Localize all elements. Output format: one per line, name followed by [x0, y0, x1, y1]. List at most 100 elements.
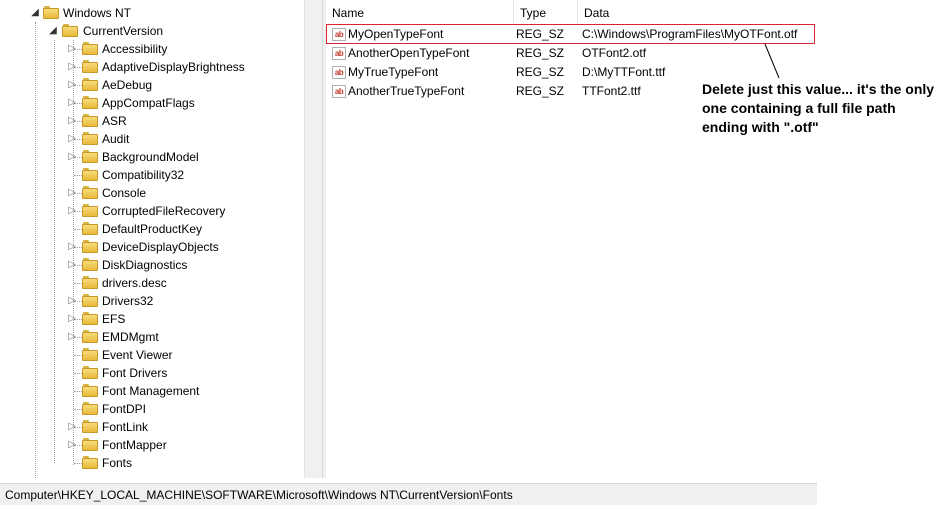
- folder-icon: [82, 294, 98, 308]
- expand-arrow-icon[interactable]: ▷: [67, 130, 77, 148]
- tree-item[interactable]: Event Viewer: [0, 346, 300, 364]
- folder-icon: [82, 420, 98, 434]
- expand-arrow-icon[interactable]: ▷: [67, 94, 77, 112]
- tree-item[interactable]: ▷ BackgroundModel: [0, 148, 300, 166]
- tree-item[interactable]: DefaultProductKey: [0, 220, 300, 238]
- expand-arrow-icon[interactable]: ▷: [67, 202, 77, 220]
- tree-item[interactable]: ▷ Accessibility: [0, 40, 300, 58]
- expand-arrow-icon[interactable]: ▷: [67, 328, 77, 346]
- value-name: AnotherOpenTypeFont: [348, 46, 470, 60]
- folder-icon: [82, 186, 98, 200]
- folder-icon: [82, 438, 98, 452]
- expand-arrow-icon[interactable]: ▷: [67, 112, 77, 130]
- expand-arrow-icon[interactable]: ▷: [67, 58, 77, 76]
- folder-icon: [82, 222, 98, 236]
- value-type: REG_SZ: [516, 27, 565, 41]
- tree-vertical-scrollbar[interactable]: [304, 0, 322, 478]
- tree-item[interactable]: ▷ DeviceDisplayObjects: [0, 238, 300, 256]
- value-data: D:\MyTTFont.ttf: [582, 65, 666, 79]
- expand-arrow-icon[interactable]: ▷: [67, 148, 77, 166]
- folder-icon: [82, 366, 98, 380]
- tree-item-label: Console: [102, 186, 147, 200]
- tree-item-label: Fonts: [102, 456, 133, 470]
- tree-item[interactable]: ▷ DiskDiagnostics: [0, 256, 300, 274]
- folder-icon: [62, 24, 78, 38]
- tree-item-label: AppCompatFlags: [102, 96, 195, 110]
- folder-icon: [82, 456, 98, 470]
- tree-item-label: CorruptedFileRecovery: [102, 204, 226, 218]
- column-header: Name Type Data: [326, 0, 816, 25]
- tree-item[interactable]: ▷ EMDMgmt: [0, 328, 300, 346]
- tree-item[interactable]: ▷ Console: [0, 184, 300, 202]
- string-value-icon: ab: [332, 66, 346, 79]
- string-value-icon: ab: [332, 47, 346, 60]
- value-name: MyTrueTypeFont: [348, 65, 439, 79]
- tree-guide-line: [74, 463, 82, 464]
- tree-item[interactable]: ▷ FontLink: [0, 418, 300, 436]
- tree-item[interactable]: ▷ ASR: [0, 112, 300, 130]
- tree-item[interactable]: FontDPI: [0, 400, 300, 418]
- tree-item-label: DeviceDisplayObjects: [102, 240, 219, 254]
- expand-arrow-icon[interactable]: ▷: [67, 238, 77, 256]
- tree-item-label: FontMapper: [102, 438, 167, 452]
- tree-item-label: Font Drivers: [102, 366, 168, 380]
- folder-icon: [82, 258, 98, 272]
- expand-arrow-icon[interactable]: ▷: [67, 292, 77, 310]
- tree-item-label: FontDPI: [102, 402, 147, 416]
- registry-values-list[interactable]: Name Type Data ab MyOpenTypeFont REG_SZ C:\…: [326, 0, 939, 478]
- value-type: REG_SZ: [516, 84, 565, 98]
- value-row[interactable]: ab MyOpenTypeFont REG_SZ C:\Windows\Program…: [326, 25, 816, 44]
- tree-guide-line: [74, 229, 82, 230]
- tree-item-label: drivers.desc: [102, 276, 167, 290]
- tree-item[interactable]: Compatibility32: [0, 166, 300, 184]
- string-value-icon: ab: [332, 85, 346, 98]
- expand-arrow-icon[interactable]: ▷: [67, 310, 77, 328]
- tree-item[interactable]: ▷ AeDebug: [0, 76, 300, 94]
- column-header-name[interactable]: Name: [326, 0, 514, 24]
- tree-item[interactable]: ▷ AdaptiveDisplayBrightness: [0, 58, 300, 76]
- tree-item-label: Font Management: [102, 384, 200, 398]
- tree-item[interactable]: ▷ CorruptedFileRecovery: [0, 202, 300, 220]
- tree-item-label: Accessibility: [102, 42, 168, 56]
- tree-item-label: AeDebug: [102, 78, 153, 92]
- tree-item[interactable]: Font Management: [0, 382, 300, 400]
- tree-item-label: AdaptiveDisplayBrightness: [102, 60, 245, 74]
- folder-icon: [82, 96, 98, 110]
- registry-key-tree[interactable]: ◢ Windows NT ◢ CurrentVersion ▷ Accessibi…: [0, 0, 304, 478]
- tree-item-label: Windows NT: [63, 6, 132, 20]
- folder-icon: [82, 330, 98, 344]
- tree-item[interactable]: ▷ Drivers32: [0, 292, 300, 310]
- tree-item-label: DefaultProductKey: [102, 222, 203, 236]
- folder-icon: [82, 78, 98, 92]
- tree-item[interactable]: drivers.desc: [0, 274, 300, 292]
- folder-icon: [82, 348, 98, 362]
- tree-item[interactable]: ▷ EFS: [0, 310, 300, 328]
- tree-item[interactable]: Fonts: [0, 454, 300, 472]
- tree-item-label: Drivers32: [102, 294, 154, 308]
- column-header-type[interactable]: Type: [514, 0, 578, 24]
- tree-item[interactable]: Font Drivers: [0, 364, 300, 382]
- tree-item-label: EMDMgmt: [102, 330, 159, 344]
- tree-item-current-version[interactable]: ◢ CurrentVersion: [0, 22, 300, 40]
- expand-arrow-icon[interactable]: ▷: [67, 76, 77, 94]
- tree-item[interactable]: ▷ FontMapper: [0, 436, 300, 454]
- folder-icon: [82, 114, 98, 128]
- expand-arrow-icon[interactable]: ▷: [67, 184, 77, 202]
- value-row[interactable]: ab AnotherOpenTypeFont REG_SZ OTFont2.otf: [326, 44, 816, 63]
- collapse-arrow-icon[interactable]: ◢: [30, 4, 40, 22]
- collapse-arrow-icon[interactable]: ◢: [48, 22, 58, 40]
- tree-item[interactable]: ▷ Audit: [0, 130, 300, 148]
- folder-icon: [82, 150, 98, 164]
- expand-arrow-icon[interactable]: ▷: [67, 256, 77, 274]
- expand-arrow-icon[interactable]: ▷: [67, 40, 77, 58]
- folder-icon: [82, 42, 98, 56]
- tree-item-label: Compatibility32: [102, 168, 185, 182]
- tree-item-windows-nt[interactable]: ◢ Windows NT: [0, 4, 300, 22]
- string-value-icon: ab: [332, 28, 346, 41]
- tree-item-label: FontLink: [102, 420, 149, 434]
- expand-arrow-icon[interactable]: ▷: [67, 436, 77, 454]
- column-header-data[interactable]: Data: [578, 0, 816, 24]
- tree-item[interactable]: ▷ AppCompatFlags: [0, 94, 300, 112]
- folder-icon: [43, 6, 59, 20]
- expand-arrow-icon[interactable]: ▷: [67, 418, 77, 436]
